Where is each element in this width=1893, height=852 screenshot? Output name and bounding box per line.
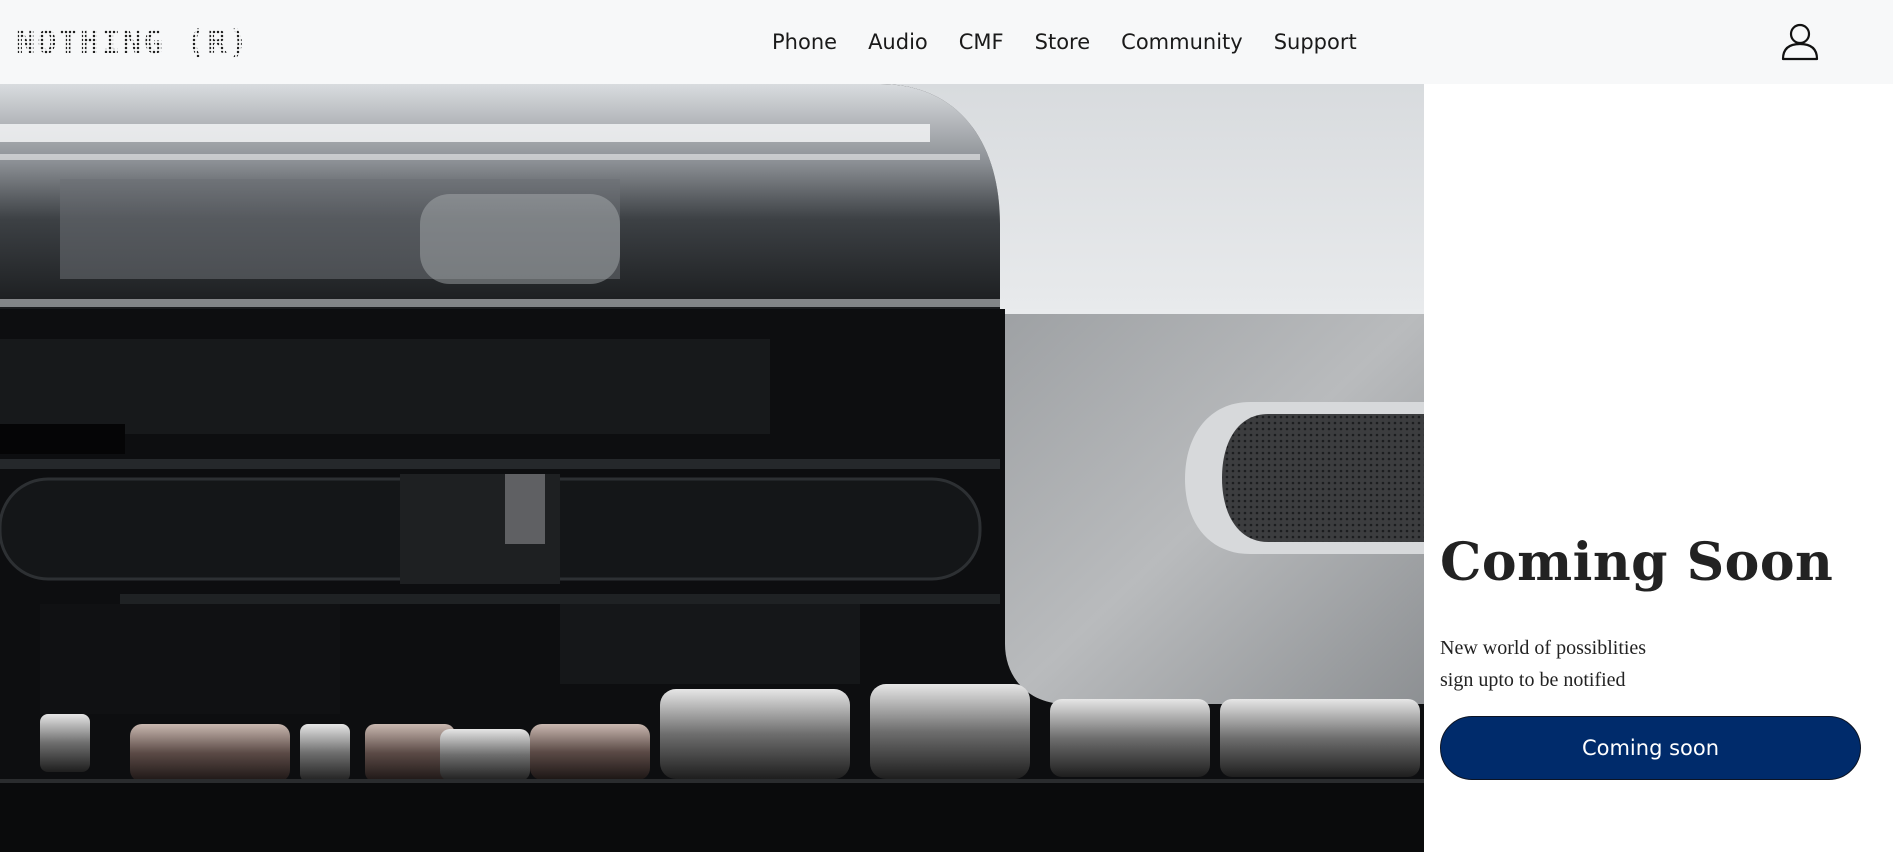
main-nav: Phone Audio CMF Store Community Support [772,26,1388,58]
promo-title: Coming Soon [1440,532,1834,593]
nav-cmf[interactable]: CMF [959,26,1004,58]
nav-audio[interactable]: Audio [868,26,928,58]
nav-support[interactable]: Support [1274,26,1357,58]
nav-store[interactable]: Store [1035,26,1091,58]
promo-line-2: sign upto to be notified [1440,669,1626,691]
hero-product-image [0,84,1424,852]
promo-description: New world of possiblities sign upto to b… [1440,632,1646,696]
nav-phone[interactable]: Phone [772,26,837,58]
coming-soon-button[interactable]: Coming soon [1440,716,1861,780]
brand-logo[interactable]: NOTHING (R) [16,22,250,62]
site-header: NOTHING (R) Phone Audio CMF Store Commun… [0,0,1893,84]
nav-community[interactable]: Community [1121,26,1243,58]
user-icon[interactable] [1780,22,1820,62]
promo-line-1: New world of possiblities [1440,637,1647,659]
